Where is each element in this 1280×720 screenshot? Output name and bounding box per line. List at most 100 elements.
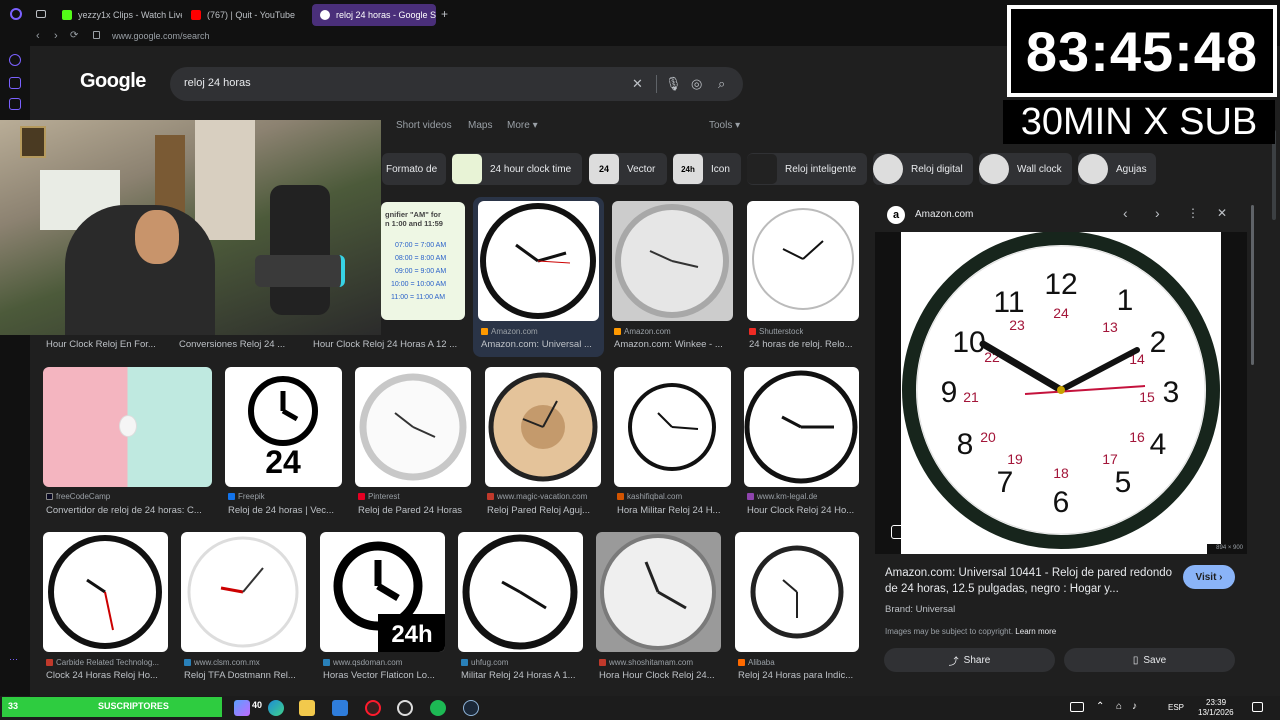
result-image-clock[interactable] bbox=[478, 201, 599, 321]
result-source[interactable]: Alibaba bbox=[738, 658, 775, 667]
result-source[interactable]: Amazon.com bbox=[481, 327, 538, 336]
result-source[interactable]: Freepik bbox=[228, 492, 265, 501]
tools-button[interactable]: Tools ▾ bbox=[709, 120, 740, 131]
steam-icon[interactable] bbox=[463, 700, 479, 716]
keyboard-icon[interactable] bbox=[1070, 702, 1084, 712]
result-source[interactable]: www.km-legal.de bbox=[747, 492, 817, 501]
next-icon[interactable]: › bbox=[1155, 205, 1160, 221]
browser-logo-icon[interactable] bbox=[10, 8, 22, 20]
result-title[interactable]: Convertidor de reloj de 24 horas: C... bbox=[46, 505, 212, 516]
result-source[interactable]: www.clsm.com.mx bbox=[184, 658, 260, 667]
sidebar-messenger-icon[interactable] bbox=[9, 54, 21, 66]
reload-icon[interactable]: ⟳ bbox=[70, 30, 78, 41]
back-icon[interactable]: ‹ bbox=[36, 30, 40, 42]
result-image-clock[interactable] bbox=[744, 367, 859, 487]
result-source[interactable]: uhfug.com bbox=[461, 658, 508, 667]
sidebar-player-icon[interactable] bbox=[9, 77, 21, 89]
result-title[interactable]: Hora Militar Reloj 24 H... bbox=[617, 505, 733, 516]
new-tab-icon[interactable]: + bbox=[441, 7, 448, 21]
result-title[interactable]: Conversiones Reloj 24 ... bbox=[179, 339, 294, 350]
tab-overview-icon[interactable] bbox=[36, 10, 46, 18]
clock-time[interactable]: 23:39 bbox=[1206, 698, 1226, 707]
more-options-icon[interactable]: ⋮ bbox=[1187, 206, 1199, 220]
result-title[interactable]: Hour Clock Reloj 24 Horas A 12 ... bbox=[313, 339, 473, 350]
result-title[interactable]: Reloj TFA Dostmann Rel... bbox=[184, 670, 306, 681]
store-icon[interactable] bbox=[332, 700, 348, 716]
search-box[interactable]: reloj 24 horas ✕ 🎙 ◎ ⌕ bbox=[170, 67, 743, 101]
result-title[interactable]: Clock 24 Horas Reloj Ho... bbox=[46, 670, 166, 681]
sidebar-chat-icon[interactable] bbox=[9, 98, 21, 110]
chip-icon[interactable]: 24h Icon bbox=[673, 153, 741, 185]
network-icon[interactable]: ⌂ bbox=[1116, 701, 1122, 712]
result-image-clock[interactable] bbox=[43, 532, 168, 652]
result-image-clock[interactable] bbox=[747, 201, 859, 321]
search-icon[interactable]: ⌕ bbox=[718, 76, 725, 92]
tab-kick[interactable]: yezzy1x Clips - Watch Live bbox=[54, 4, 182, 26]
panel-source[interactable]: Amazon.com bbox=[915, 209, 973, 220]
chip-vector[interactable]: 24 Vector bbox=[589, 153, 667, 185]
volume-icon[interactable]: ♪ bbox=[1132, 701, 1137, 712]
chip-reloj-inteligente[interactable]: Reloj inteligente bbox=[747, 153, 867, 185]
result-title[interactable]: Hour Clock Reloj En For... bbox=[46, 339, 166, 350]
microphone-icon[interactable]: 🎙 bbox=[665, 76, 682, 92]
result-source[interactable]: www.shoshitamam.com bbox=[599, 658, 693, 667]
learn-more-link[interactable]: Learn more bbox=[1015, 627, 1056, 636]
result-source[interactable]: Pinterest bbox=[358, 492, 400, 501]
tab-more[interactable]: More ▾ bbox=[507, 120, 538, 131]
result-image-24h-icon[interactable]: 24h bbox=[320, 532, 445, 652]
result-title[interactable]: Horas Vector Flaticon Lo... bbox=[323, 670, 445, 681]
result-title[interactable]: Reloj 24 Horas para Indic... bbox=[738, 670, 860, 681]
result-source[interactable]: Shutterstock bbox=[749, 327, 803, 336]
scrollbar[interactable] bbox=[1251, 205, 1254, 365]
result-title[interactable]: Amazon.com: Universal ... bbox=[481, 339, 599, 350]
preview-image[interactable]: 12 1 2 3 4567 8 9 10 11 24 13 14 15 16 17 18 19 20 21… bbox=[875, 231, 1247, 554]
clock-date[interactable]: 13/1/2026 bbox=[1198, 708, 1234, 717]
taskbar-app-icon[interactable] bbox=[234, 700, 250, 716]
result-title[interactable]: Hora Hour Clock Reloj 24... bbox=[599, 670, 723, 681]
result-image-pink-teal[interactable] bbox=[43, 367, 212, 487]
url-field[interactable]: www.google.com/search bbox=[112, 31, 210, 41]
result-title[interactable]: Reloj Pared Reloj Aguj... bbox=[487, 505, 603, 516]
result-title[interactable]: Hour Clock Reloj 24 Ho... bbox=[747, 505, 859, 516]
result-source[interactable]: www.magic-vacation.com bbox=[487, 492, 587, 501]
share-button[interactable]: ⤴ Share bbox=[884, 648, 1055, 672]
chip-24-hour-clock-time[interactable]: 24 hour clock time bbox=[452, 153, 582, 185]
result-image-clock[interactable] bbox=[458, 532, 583, 652]
language-indicator[interactable]: ESP bbox=[1168, 703, 1184, 712]
result-title[interactable]: Reloj de Pared 24 Horas bbox=[358, 505, 476, 516]
clear-search-icon[interactable]: ✕ bbox=[632, 76, 643, 92]
tab-google[interactable]: reloj 24 horas - Google Se bbox=[312, 4, 436, 26]
close-icon[interactable]: ✕ bbox=[1217, 206, 1227, 220]
tab-youtube[interactable]: (767) | Quit - YouTube bbox=[183, 4, 311, 26]
opera-icon[interactable] bbox=[365, 700, 381, 716]
notifications-icon[interactable] bbox=[1252, 702, 1263, 712]
result-image-clock[interactable] bbox=[614, 367, 731, 487]
result-title[interactable]: Amazon.com: Winkee - ... bbox=[614, 339, 732, 350]
result-title[interactable]: 24 horas de reloj. Relo... bbox=[749, 339, 859, 350]
chip-agujas[interactable]: Agujas bbox=[1078, 153, 1156, 185]
sidebar-more-icon[interactable]: ⋯ bbox=[9, 654, 18, 665]
file-explorer-icon[interactable] bbox=[299, 700, 315, 716]
lens-search-icon[interactable] bbox=[891, 525, 905, 539]
tab-short-videos[interactable]: Short videos bbox=[396, 120, 452, 131]
panel-title[interactable]: Amazon.com: Universal 10441 - Reloj de p… bbox=[885, 565, 1175, 597]
result-source[interactable]: Amazon.com bbox=[614, 327, 671, 336]
tab-maps[interactable]: Maps bbox=[468, 120, 492, 131]
chip-reloj-digital[interactable]: Reloj digital bbox=[873, 153, 973, 185]
result-image-chart[interactable]: gnifier "AM" for n 1:00 and 11:59 07:00 =… bbox=[381, 202, 465, 320]
result-image-clock[interactable] bbox=[596, 532, 721, 652]
result-source[interactable]: kashifiqbal.com bbox=[617, 492, 682, 501]
tray-overflow-icon[interactable]: ⌃ bbox=[1096, 701, 1104, 712]
visit-button[interactable]: Visit › bbox=[1183, 565, 1235, 589]
previous-icon[interactable]: ‹ bbox=[1123, 205, 1128, 221]
result-source[interactable]: www.qsdoman.com bbox=[323, 658, 402, 667]
result-image-24-icon[interactable]: 24 bbox=[225, 367, 342, 487]
chip-formato[interactable]: Formato de bbox=[382, 153, 446, 185]
result-source[interactable]: freeCodeCamp bbox=[46, 492, 110, 501]
forward-icon[interactable]: › bbox=[54, 30, 58, 42]
result-image-clock[interactable] bbox=[735, 532, 859, 652]
result-source[interactable]: Carbide Related Technolog... bbox=[46, 658, 166, 667]
google-logo[interactable]: Google bbox=[80, 70, 146, 93]
result-title[interactable]: Reloj de 24 horas | Vec... bbox=[228, 505, 343, 516]
spotify-icon[interactable] bbox=[430, 700, 446, 716]
